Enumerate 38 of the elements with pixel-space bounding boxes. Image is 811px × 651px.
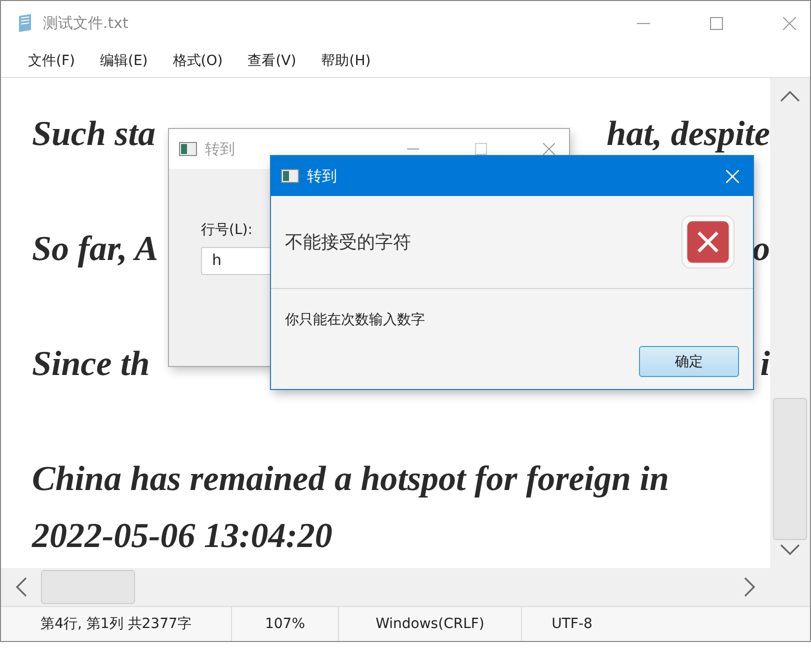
dialog-title: 转到 (307, 166, 337, 186)
scroll-right-icon[interactable] (744, 577, 756, 597)
status-text: Windows(CRLF) (339, 607, 522, 641)
maximize-icon[interactable] (475, 143, 487, 155)
scroll-thumb[interactable] (41, 570, 135, 604)
menu-item[interactable]: 编辑(E) (100, 52, 148, 70)
text-line: So far, A (32, 228, 158, 270)
error-icon (681, 215, 735, 269)
close-icon[interactable] (543, 143, 555, 155)
menu-item[interactable]: 帮助(H) (321, 52, 371, 70)
dialog-title: 转到 (205, 140, 235, 158)
text-line: 2022-05-06 13:04:20 (32, 515, 332, 557)
scroll-thumb[interactable] (773, 398, 807, 540)
error-message: 你只能在次数输入数字 (285, 311, 426, 329)
field-label: 行号(L): (201, 221, 254, 239)
menu-item[interactable]: 格式(O) (172, 52, 223, 70)
text-line: Such sta (32, 113, 156, 155)
error-heading: 不能接受的字符 (285, 231, 412, 254)
status-text: 第4行, 第1列 共2377字 (1, 607, 232, 641)
scroll-left-icon[interactable] (15, 577, 27, 597)
window-icon (281, 169, 299, 183)
status-text: UTF-8 (550, 615, 594, 634)
close-icon[interactable] (783, 16, 796, 30)
maximize-icon[interactable] (710, 16, 723, 30)
text-line: Since th (32, 343, 150, 385)
window-icon (179, 142, 197, 156)
menu-item[interactable]: 查看(V) (248, 52, 296, 70)
text-line: China has remained a hotspot for foreign in (32, 458, 669, 500)
text-line: hat, despite (606, 113, 770, 155)
line-number-field[interactable]: h (201, 247, 271, 275)
text-line: i (760, 343, 770, 385)
window-title: 测试文件.txt (43, 14, 128, 32)
status-text: 107% (232, 607, 339, 641)
menu-item[interactable]: 文件(F) (28, 52, 75, 70)
ok-button[interactable]: 确定 (639, 346, 739, 377)
text-line: o (752, 228, 770, 270)
scroll-up-icon[interactable] (780, 90, 800, 102)
scroll-down-icon[interactable] (780, 544, 800, 556)
